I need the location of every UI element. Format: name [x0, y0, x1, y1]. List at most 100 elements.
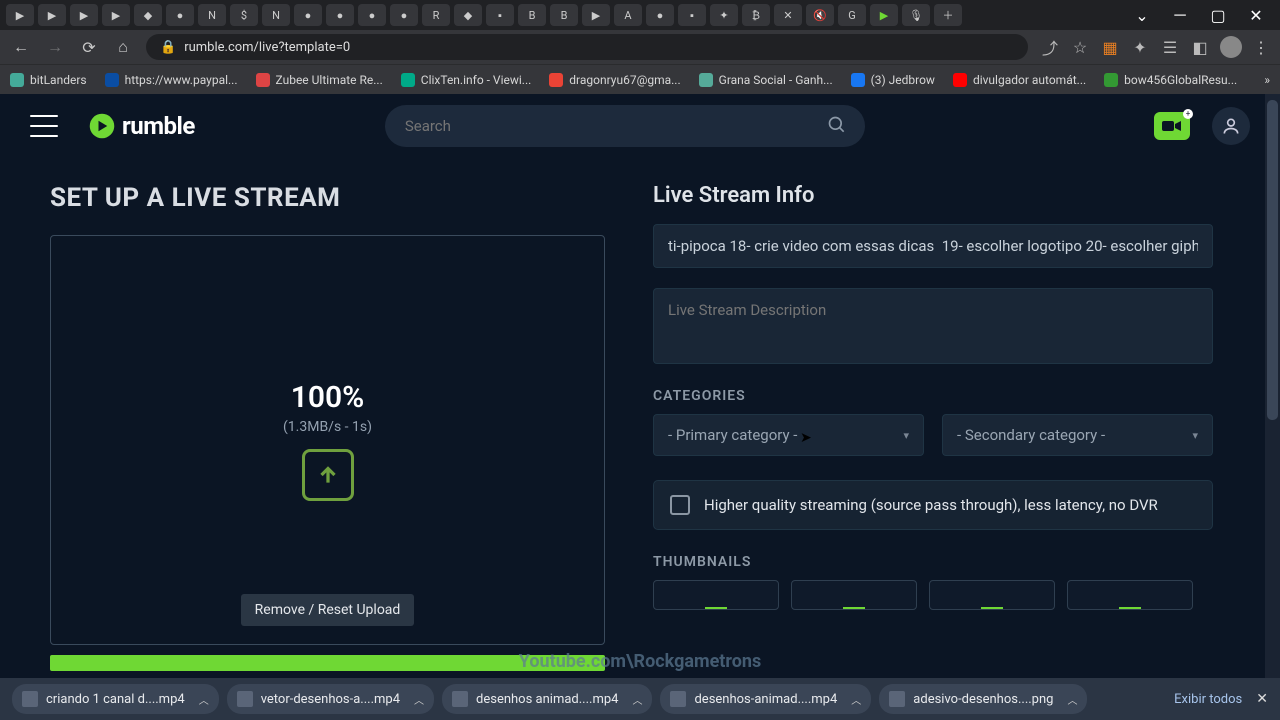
tab[interactable]: N: [198, 4, 226, 26]
chevron-up-icon[interactable]: ︿: [414, 692, 424, 707]
hamburger-menu-icon[interactable]: [30, 115, 58, 137]
bookmark-item[interactable]: (3) Jedbrow: [851, 73, 935, 87]
search-input[interactable]: [385, 105, 865, 147]
file-icon: [452, 691, 468, 707]
chevron-down-icon: ▾: [903, 429, 909, 442]
bookmark-item[interactable]: dragonryu67@gma...: [549, 73, 680, 87]
tab[interactable]: B: [518, 4, 546, 26]
tab[interactable]: ●: [646, 4, 674, 26]
tab-active[interactable]: ✕: [774, 4, 802, 26]
chevron-up-icon[interactable]: ︿: [199, 692, 209, 707]
share-icon[interactable]: ⤴: [1040, 37, 1060, 57]
tab[interactable]: A: [614, 4, 642, 26]
thumbnail-option[interactable]: [1067, 580, 1193, 610]
tab[interactable]: ▶: [70, 4, 98, 26]
tab[interactable]: ✦: [710, 4, 738, 26]
new-tab-button[interactable]: ＋: [934, 4, 962, 26]
tab-muted[interactable]: 🔇: [806, 4, 834, 26]
reading-list-icon[interactable]: ☰: [1160, 37, 1180, 57]
chrome-menu-icon[interactable]: ⋮: [1252, 36, 1270, 58]
tab[interactable]: ●: [326, 4, 354, 26]
download-item[interactable]: desenhos-animad....mp4︿: [660, 684, 871, 714]
chevron-down-icon: ▾: [1192, 429, 1198, 442]
upload-rate: (1.3MB/s - 1s): [283, 419, 372, 435]
thumbnail-option[interactable]: [929, 580, 1055, 610]
bookmark-item[interactable]: ClixTen.info - Viewi...: [401, 73, 532, 87]
profile-avatar[interactable]: [1220, 36, 1242, 58]
tab-dropdown-icon[interactable]: ⌄: [1124, 4, 1160, 26]
tab[interactable]: ▪: [678, 4, 706, 26]
chevron-up-icon[interactable]: ︿: [851, 692, 861, 707]
tab[interactable]: ◆: [454, 4, 482, 26]
tab[interactable]: ◆: [134, 4, 162, 26]
bookmark-item[interactable]: Zubee Ultimate Re...: [256, 73, 383, 87]
reload-icon[interactable]: ⟳: [78, 36, 100, 58]
remove-upload-button[interactable]: Remove / Reset Upload: [241, 594, 415, 626]
bookmark-item[interactable]: bow456GlobalResu...: [1104, 73, 1237, 87]
categories-label: CATEGORIES: [653, 388, 1213, 404]
thumbnail-option[interactable]: [653, 580, 779, 610]
bookmark-item[interactable]: Grana Social - Ganh...: [699, 73, 833, 87]
back-icon[interactable]: ←: [10, 36, 32, 58]
download-item[interactable]: adesivo-desenhos....png︿: [879, 684, 1087, 714]
tab[interactable]: ▶: [870, 4, 898, 26]
home-icon[interactable]: ⌂: [112, 36, 134, 58]
secondary-category-select[interactable]: - Secondary category -▾: [942, 414, 1213, 456]
tab[interactable]: ▶: [102, 4, 130, 26]
tab[interactable]: ●: [390, 4, 418, 26]
upload-icon: [302, 449, 354, 501]
search-icon[interactable]: [827, 115, 847, 139]
rumble-logo[interactable]: rumble: [88, 112, 195, 140]
extension-icon[interactable]: ▦: [1100, 37, 1120, 57]
close-shelf-icon[interactable]: ✕: [1256, 691, 1268, 707]
tab[interactable]: $: [230, 4, 258, 26]
tab[interactable]: 🎙: [902, 4, 930, 26]
logo-text: rumble: [122, 112, 195, 140]
tab[interactable]: G: [838, 4, 866, 26]
file-icon: [670, 691, 686, 707]
tab[interactable]: ▶: [582, 4, 610, 26]
download-item[interactable]: criando 1 canal d....mp4︿: [12, 684, 219, 714]
tab[interactable]: ₿: [742, 4, 770, 26]
tab[interactable]: R: [422, 4, 450, 26]
go-live-button[interactable]: +: [1154, 112, 1190, 140]
chevron-up-icon[interactable]: ︿: [1067, 692, 1077, 707]
extensions-icon[interactable]: ✦: [1130, 37, 1150, 57]
tab[interactable]: ▪: [486, 4, 514, 26]
tab[interactable]: ●: [358, 4, 386, 26]
minimize-icon[interactable]: ─: [1162, 4, 1198, 26]
quality-checkbox-row[interactable]: Higher quality streaming (source pass th…: [653, 480, 1213, 530]
browser-tab-strip: ▶ ▶ ▶ ▶ ◆ ● N $ N ● ● ● ● R ◆ ▪ B B ▶ A …: [0, 0, 1280, 30]
checkbox[interactable]: [670, 495, 690, 515]
sidepanel-icon[interactable]: ◧: [1190, 37, 1210, 57]
tab[interactable]: B: [550, 4, 578, 26]
maximize-icon[interactable]: ▢: [1200, 4, 1236, 26]
tab[interactable]: ●: [294, 4, 322, 26]
bookmark-item[interactable]: divulgador automát...: [953, 73, 1086, 87]
bookmarks-bar: bitLanders https://www.paypal... Zubee U…: [0, 64, 1280, 94]
scrollbar-thumb[interactable]: [1267, 100, 1278, 420]
stream-description-input[interactable]: [653, 288, 1213, 364]
stream-title-input[interactable]: [653, 224, 1213, 268]
tab[interactable]: ▶: [38, 4, 66, 26]
user-menu-icon[interactable]: [1212, 107, 1250, 145]
show-all-downloads-button[interactable]: Exibir todos: [1174, 692, 1242, 707]
star-icon[interactable]: ☆: [1070, 37, 1090, 57]
bookmark-item[interactable]: https://www.paypal...: [105, 73, 238, 87]
bookmark-item[interactable]: bitLanders: [10, 73, 87, 87]
download-item[interactable]: vetor-desenhos-a....mp4︿: [227, 684, 434, 714]
main-content: SET UP A LIVE STREAM 100% (1.3MB/s - 1s)…: [0, 158, 1280, 696]
tab[interactable]: N: [262, 4, 290, 26]
close-window-icon[interactable]: ✕: [1238, 4, 1274, 26]
chevron-up-icon[interactable]: ︿: [632, 692, 642, 707]
thumbnail-option[interactable]: [791, 580, 917, 610]
tab[interactable]: ▶: [6, 4, 34, 26]
forward-icon[interactable]: →: [44, 36, 66, 58]
upload-drop-zone[interactable]: 100% (1.3MB/s - 1s) Remove / Reset Uploa…: [50, 235, 605, 645]
address-bar[interactable]: 🔒 rumble.com/live?template=0: [146, 34, 1028, 60]
bookmarks-overflow-icon[interactable]: »: [1264, 73, 1270, 87]
download-item[interactable]: desenhos animad....mp4︿: [442, 684, 652, 714]
primary-category-select[interactable]: - Primary category -▾: [653, 414, 924, 456]
tab[interactable]: ●: [166, 4, 194, 26]
section-title: Live Stream Info: [653, 183, 1213, 208]
